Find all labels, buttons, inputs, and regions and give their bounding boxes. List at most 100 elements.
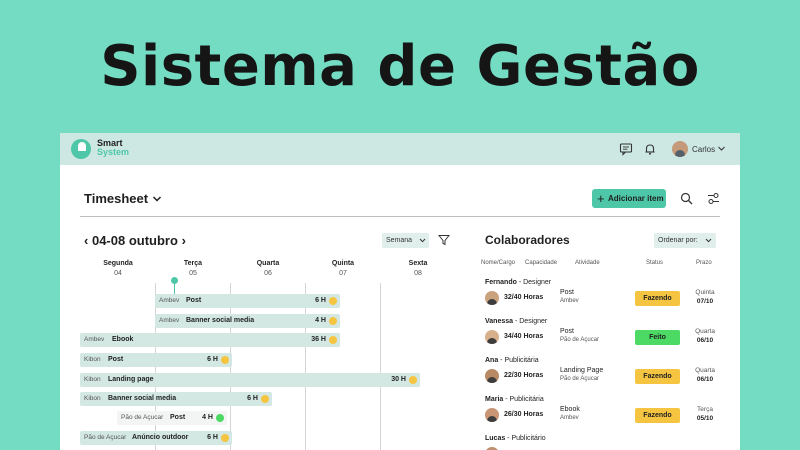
status-dot (329, 336, 337, 344)
task-hours: 36 H (311, 336, 326, 343)
task-client: Ambev (159, 317, 180, 324)
status-dot (329, 297, 337, 305)
collaborator-row[interactable]: Fernando - Designer 32/40 Horas Post Ambe… (485, 279, 725, 315)
task-bar[interactable]: Pão de Açucar Anúncio outdoor 6 H (80, 431, 232, 445)
collaborator-row[interactable]: Vanessa - Designer 34/40 Horas Post Pão d… (485, 318, 725, 354)
task-bar[interactable]: Ambev Banner social media 4 H (155, 314, 340, 328)
avatar (485, 408, 499, 422)
status-dot (409, 376, 417, 384)
day-date: 05 (189, 270, 197, 277)
status-dot (261, 395, 269, 403)
day-grid-line (305, 283, 306, 450)
task-name: Post (170, 414, 186, 421)
task-hours: 6 H (315, 297, 326, 304)
avatar (485, 330, 499, 344)
avatar (485, 369, 499, 383)
column-header-activity: Atividade (575, 260, 600, 266)
task-name: Banner social media (186, 317, 255, 324)
task-client: Kibon (84, 376, 101, 383)
view-select[interactable]: Semana (382, 233, 429, 248)
bell-icon[interactable] (643, 142, 657, 156)
task-bar[interactable]: Kibon Landing page 30 H (80, 373, 420, 387)
view-select-value: Semana (386, 237, 413, 244)
collaborator-capacity: 26/30 Horas (504, 411, 544, 418)
settings-sliders-icon[interactable] (707, 192, 720, 205)
add-item-button[interactable]: + Adicionar item (592, 189, 666, 208)
collaborator-capacity: 22/30 Horas (504, 372, 544, 379)
avatar (485, 291, 499, 305)
day-column-header: Terça 05 (163, 260, 223, 277)
collaborator-activity: Landing Page Pão de Açucar (560, 367, 604, 382)
task-bar[interactable]: Ambev Post 6 H (155, 294, 340, 308)
task-name: Landing page (108, 376, 154, 383)
day-column-header: Quarta 06 (238, 260, 298, 277)
task-name: Anúncio outdoor (132, 434, 189, 441)
chevron-right-icon[interactable]: › (182, 233, 186, 248)
order-by-select[interactable]: Ordenar por: (654, 233, 716, 248)
collaborator-capacity: 32/40 Horas (504, 294, 544, 301)
task-client: Pão de Açucar (121, 414, 164, 421)
day-name: Quarta (256, 260, 280, 267)
task-hours: 6 H (207, 356, 218, 363)
status-badge[interactable]: Feito (635, 330, 680, 345)
day-name: Terça (183, 260, 203, 267)
day-date: 08 (414, 270, 422, 277)
chevron-left-icon[interactable]: ‹ (84, 233, 88, 248)
collaborator-due: Quarta 06/10 (695, 367, 715, 383)
user-avatar[interactable] (672, 141, 688, 157)
task-name: Banner social media (108, 395, 177, 402)
collaborator-row[interactable]: Lucas - Publicitário (485, 435, 725, 450)
collaborator-name: Lucas - Publicitário (485, 435, 546, 442)
day-name: Sexta (408, 260, 428, 267)
collaborator-activity: Post Pão de Açucar (560, 328, 600, 343)
chat-icon[interactable] (619, 142, 633, 156)
status-badge[interactable]: Fazendo (635, 408, 680, 423)
day-column-header: Sexta 08 (388, 260, 448, 277)
task-name: Post (108, 356, 124, 363)
chevron-down-icon[interactable] (717, 144, 726, 153)
collaborator-due: Quarta 06/10 (695, 328, 715, 344)
status-dot (221, 434, 229, 442)
status-badge[interactable]: Fazendo (635, 291, 680, 306)
collaborators-title: Colaboradores (485, 233, 570, 247)
filter-icon[interactable] (438, 234, 450, 246)
collaborator-row[interactable]: Ana - Publicitária 22/30 Horas Landing P… (485, 357, 725, 393)
collaborator-activity: Ebook Ambev (560, 406, 580, 421)
task-client: Kibon (84, 395, 101, 402)
header-divider (80, 216, 720, 217)
collaborator-capacity: 34/40 Horas (504, 333, 544, 340)
collaborator-name: Fernando - Designer (485, 279, 552, 286)
app-window: Smart System Carlos Timesheet + Adiciona… (60, 133, 740, 450)
collaborator-due: Terça 05/10 (696, 406, 714, 422)
user-name[interactable]: Carlos (692, 145, 715, 154)
top-bar: Smart System Carlos (60, 133, 740, 165)
collaborator-row[interactable]: Maria - Publicitária 26/30 Horas Ebook Am… (485, 396, 725, 432)
task-bar[interactable]: Ambev Ebook 36 H (80, 333, 340, 347)
chevron-down-icon[interactable] (152, 194, 162, 204)
plus-icon: + (597, 191, 605, 206)
logo-line-2: System (97, 147, 130, 157)
search-icon[interactable] (680, 192, 693, 205)
date-range-label: 04-08 outubro (91, 233, 178, 248)
add-item-label: Adicionar item (608, 194, 664, 203)
collaborator-name: Maria - Publicitária (485, 396, 544, 403)
logo-icon (71, 139, 91, 159)
date-range: ‹ 04-08 outubro › (84, 233, 186, 248)
column-header-name: Nome/Cargo (481, 260, 516, 266)
hero-title: Sistema de Gestão (100, 34, 700, 99)
status-dot (216, 414, 224, 422)
task-client: Ambev (84, 336, 105, 343)
task-hours: 4 H (315, 317, 326, 324)
task-bar[interactable]: Kibon Banner social media 6 H (80, 392, 272, 406)
logo[interactable]: Smart System (97, 139, 129, 157)
task-name: Post (186, 297, 202, 304)
status-badge[interactable]: Fazendo (635, 369, 680, 384)
task-bar[interactable]: Kibon Post 6 H (80, 353, 232, 367)
status-dot (221, 356, 229, 364)
chevron-down-icon (419, 238, 426, 243)
task-bar[interactable]: Pão de Açucar Post 4 H (117, 411, 227, 425)
column-header-due: Prazo (696, 260, 712, 266)
collaborator-name: Ana - Publicitária (485, 357, 539, 364)
task-hours: 6 H (247, 395, 258, 402)
chevron-down-icon (705, 238, 712, 243)
